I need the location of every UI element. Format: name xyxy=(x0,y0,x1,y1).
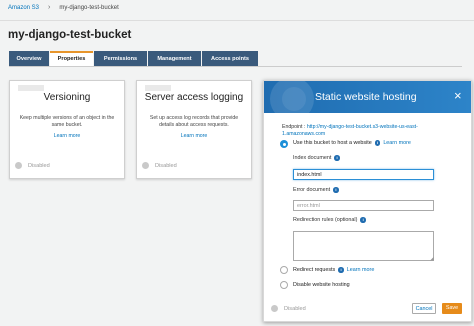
redirect-requests-radio[interactable] xyxy=(280,266,288,274)
host-website-label: Use this bucket to host a website xyxy=(293,140,372,146)
host-website-option[interactable]: Use this bucket to host a website i Lear… xyxy=(293,140,411,146)
tab-bar-line xyxy=(9,66,462,67)
globe-inner-icon xyxy=(282,87,306,111)
tab-access-points[interactable]: Access points xyxy=(202,51,258,66)
learn-more-link[interactable]: Learn more xyxy=(347,267,375,273)
redirection-rules-textarea[interactable] xyxy=(293,231,434,261)
index-document-label-text: Index document xyxy=(293,155,332,161)
server-access-logging-card[interactable]: Server access logging Set up access log … xyxy=(136,80,252,179)
tab-bar: Overview Properties Permissions Manageme… xyxy=(9,51,259,66)
card-description: Keep multiple versions of an object in t… xyxy=(19,115,115,128)
error-document-label-text: Error document xyxy=(293,187,331,193)
info-icon[interactable]: i xyxy=(333,187,339,193)
tab-properties[interactable]: Properties xyxy=(50,51,93,66)
disable-hosting-label: Disable website hosting xyxy=(293,282,350,288)
breadcrumb-current: my-django-test-bucket xyxy=(59,5,119,11)
disable-hosting-radio[interactable] xyxy=(280,281,288,289)
info-icon[interactable]: i xyxy=(334,155,340,161)
endpoint: Endpoint : http://my-django-test-bucket.… xyxy=(282,124,454,137)
redirection-rules-label: Redirection rules (optional) i xyxy=(293,217,366,223)
status-dot-icon xyxy=(15,162,22,169)
learn-more-link[interactable]: Learn more xyxy=(137,133,251,139)
info-icon[interactable]: i xyxy=(374,140,381,146)
modal-header: Static website hosting × xyxy=(264,81,471,113)
breadcrumb: Amazon S3 › my-django-test-bucket xyxy=(8,4,119,11)
page-title: my-django-test-bucket xyxy=(8,29,132,41)
card-title: Server access logging xyxy=(144,92,244,103)
cancel-button[interactable]: Cancel xyxy=(412,303,436,314)
versioning-card[interactable]: Versioning Keep multiple versions of an … xyxy=(9,80,125,179)
status-dot-icon xyxy=(142,162,149,169)
info-icon[interactable]: i xyxy=(338,267,344,273)
status: Disabled xyxy=(15,162,50,169)
index-document-label: Index document i xyxy=(293,155,340,161)
tab-overview[interactable]: Overview xyxy=(9,51,49,66)
learn-more-link[interactable]: Learn more xyxy=(10,133,124,139)
modal-title: Static website hosting xyxy=(315,91,417,103)
redirect-requests-option[interactable]: Redirect requests i Learn more xyxy=(293,267,374,273)
disable-hosting-option[interactable]: Disable website hosting xyxy=(293,282,350,288)
index-document-input[interactable] xyxy=(293,169,434,180)
close-icon[interactable]: × xyxy=(454,89,462,102)
redirect-requests-label: Redirect requests xyxy=(293,267,336,273)
host-website-radio[interactable] xyxy=(280,140,288,148)
header-divider xyxy=(0,20,474,21)
breadcrumb-root-link[interactable]: Amazon S3 xyxy=(8,5,39,11)
endpoint-label: Endpoint : xyxy=(282,124,306,130)
redirection-rules-label-text: Redirection rules (optional) xyxy=(293,217,358,223)
card-decoration xyxy=(145,85,171,91)
status-text: Disabled xyxy=(284,305,306,312)
breadcrumb-separator-icon: › xyxy=(48,4,51,11)
status-dot-icon xyxy=(271,305,278,312)
learn-more-link[interactable]: Learn more xyxy=(383,140,411,146)
resize-handle-icon[interactable]: ◢ xyxy=(430,257,435,262)
status: Disabled xyxy=(142,162,177,169)
static-website-hosting-modal: Static website hosting × Endpoint : http… xyxy=(263,80,472,322)
card-decoration xyxy=(18,85,44,91)
tab-permissions[interactable]: Permissions xyxy=(94,51,147,66)
tab-management[interactable]: Management xyxy=(148,51,201,66)
status-text: Disabled xyxy=(28,162,50,169)
card-title: Versioning xyxy=(43,92,91,103)
status: Disabled xyxy=(271,305,306,312)
error-document-input[interactable] xyxy=(293,200,434,211)
status-text: Disabled xyxy=(155,162,177,169)
error-document-label: Error document i xyxy=(293,187,339,193)
save-button[interactable]: Save xyxy=(442,303,462,314)
info-icon[interactable]: i xyxy=(360,217,366,223)
card-description: Set up access log records that provide d… xyxy=(149,115,239,128)
